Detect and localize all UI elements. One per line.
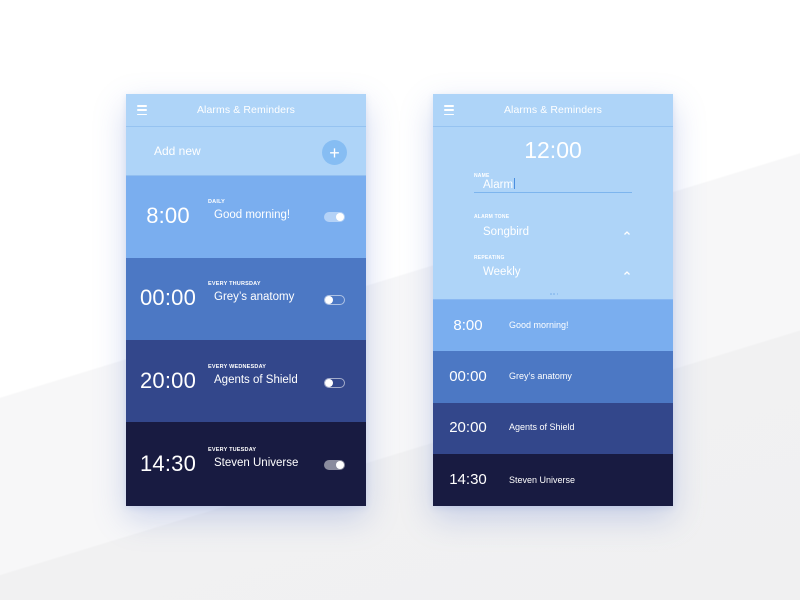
- hamburger-menu-icon[interactable]: [444, 105, 454, 115]
- alarm-toggle[interactable]: [324, 460, 345, 470]
- alarm-toggle[interactable]: [324, 378, 345, 388]
- toggle-knob: [336, 461, 344, 469]
- alarm-name: Grey’s anatomy: [214, 291, 295, 303]
- alarm-repeat: EVERY WEDNESDAY: [208, 364, 267, 370]
- alarm-toggle[interactable]: [324, 295, 345, 305]
- alarm-name: Agents of Shield: [509, 422, 575, 432]
- alarm-name: Grey’s anatomy: [509, 371, 572, 381]
- repeating-label: REPEATING: [474, 255, 505, 261]
- alarm-time: 14:30: [139, 450, 197, 477]
- toggle-knob: [325, 379, 333, 387]
- toggle-knob: [336, 213, 344, 221]
- add-new-button[interactable]: +: [322, 140, 347, 165]
- alarm-tone-value[interactable]: Songbird: [483, 226, 529, 238]
- edit-time[interactable]: 12:00: [433, 137, 673, 164]
- alarm-row[interactable]: 20:00 EVERY WEDNESDAY Agents of Shield: [126, 340, 366, 422]
- hamburger-menu-icon[interactable]: [137, 105, 147, 115]
- alarm-time: 00:00: [139, 284, 197, 311]
- alarm-name: Agents of Shield: [214, 374, 298, 386]
- alarm-toggle[interactable]: [324, 212, 345, 222]
- alarm-time: 8:00: [453, 317, 483, 334]
- alarm-row[interactable]: 14:30 Steven Universe: [433, 454, 673, 506]
- alarm-row[interactable]: 14:30 EVERY TUESDAY Steven Universe: [126, 422, 366, 506]
- plus-icon: +: [329, 142, 340, 163]
- alarm-row[interactable]: 00:00 EVERY THURSDAY Grey’s anatomy: [126, 258, 366, 340]
- alarm-row[interactable]: 00:00 Grey’s anatomy: [433, 351, 673, 403]
- alarm-edit-screen: Alarms & Reminders 12:00 NAME Alarm ALAR…: [433, 94, 673, 506]
- drag-handle[interactable]: [550, 293, 558, 295]
- alarm-name: Steven Universe: [214, 457, 299, 469]
- alarm-row[interactable]: 8:00 DAILY Good morning!: [126, 176, 366, 258]
- chevron-up-icon[interactable]: [623, 229, 631, 237]
- alarm-name: Good morning!: [509, 320, 569, 330]
- toggle-knob: [325, 296, 333, 304]
- alarm-name: Steven Universe: [509, 475, 576, 485]
- alarm-time: 20:00: [139, 367, 197, 394]
- header-title: Alarms & Reminders: [196, 104, 296, 116]
- alarm-repeat: EVERY THURSDAY: [208, 281, 261, 287]
- alarm-list-screen: Alarms & Reminders Add new + 8:00 DAILY …: [126, 94, 366, 506]
- app-header: Alarms & Reminders: [126, 94, 366, 127]
- alarm-time: 8:00: [146, 202, 190, 229]
- alarm-tone-label: ALARM TONE: [474, 214, 510, 220]
- alarm-repeat: DAILY: [208, 199, 225, 205]
- alarm-time: 00:00: [449, 368, 487, 385]
- alarm-name: Good morning!: [214, 209, 291, 221]
- alarm-row[interactable]: 20:00 Agents of Shield: [433, 403, 673, 455]
- app-header: Alarms & Reminders: [433, 94, 673, 127]
- alarm-edit-panel: 12:00 NAME Alarm ALARM TONE Songbird REP…: [433, 127, 673, 299]
- name-input[interactable]: Alarm: [474, 177, 632, 193]
- alarm-time: 14:30: [449, 471, 487, 488]
- add-new-label: Add new: [154, 144, 201, 158]
- repeating-value[interactable]: Weekly: [483, 266, 521, 278]
- background: [0, 0, 800, 600]
- name-value: Alarm: [483, 179, 514, 191]
- alarm-row[interactable]: 8:00 Good morning!: [433, 299, 673, 351]
- add-new-row[interactable]: Add new +: [126, 127, 366, 176]
- alarm-repeat: EVERY TUESDAY: [208, 447, 257, 453]
- chevron-up-icon[interactable]: [623, 269, 631, 277]
- text-cursor: [514, 178, 516, 189]
- alarm-time: 20:00: [449, 419, 487, 436]
- header-title: Alarms & Reminders: [503, 104, 603, 116]
